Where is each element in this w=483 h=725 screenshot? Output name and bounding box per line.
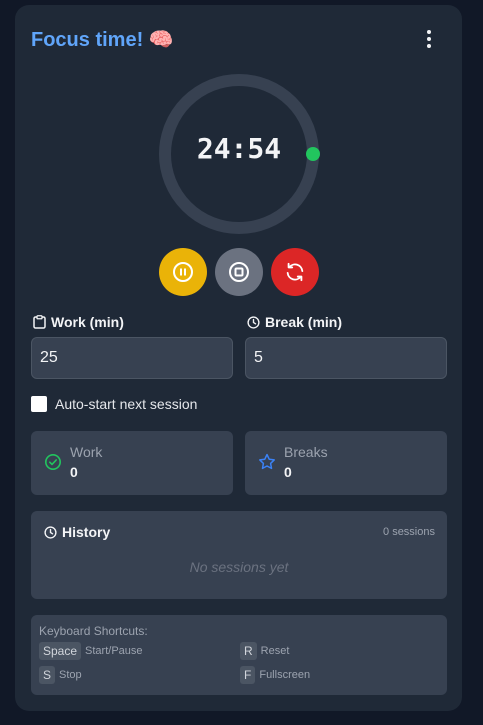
break-duration-label: Break (min) bbox=[247, 314, 342, 330]
shortcut-key: Space bbox=[39, 642, 82, 660]
stop-icon bbox=[229, 262, 249, 282]
breaks-stat-value: 0 bbox=[284, 464, 292, 480]
app-title: Focus time! 🧠 bbox=[31, 29, 174, 51]
pause-icon bbox=[173, 262, 193, 282]
check-circle-icon bbox=[45, 454, 61, 470]
history-empty-message: No sessions yet bbox=[189, 559, 289, 575]
work-stat-label: Work bbox=[70, 444, 103, 460]
clock-icon bbox=[247, 315, 260, 329]
work-duration-label: Work (min) bbox=[33, 314, 124, 330]
break-sessions-stat: Breaks 0 bbox=[245, 431, 447, 495]
history-panel: History 0 sessions No sessions yet bbox=[31, 511, 447, 599]
work-sessions-stat: Work 0 bbox=[31, 431, 233, 495]
work-duration-label-text: Work (min) bbox=[51, 314, 124, 330]
kebab-menu-icon[interactable] bbox=[418, 28, 440, 50]
shortcut-key: S bbox=[39, 666, 56, 684]
clock-icon bbox=[44, 525, 57, 539]
shortcut-description: Stop bbox=[59, 669, 82, 681]
shortcut-stop: S Stop bbox=[39, 666, 82, 684]
shortcut-reset: R Reset bbox=[240, 642, 289, 660]
work-stat-value: 0 bbox=[70, 464, 78, 480]
shortcut-description: Start/Pause bbox=[85, 645, 143, 657]
shortcut-description: Fullscreen bbox=[259, 669, 311, 681]
autostart-option: Auto-start next session bbox=[31, 396, 197, 412]
autostart-checkbox[interactable] bbox=[31, 396, 47, 412]
keyboard-shortcuts-panel: Keyboard Shortcuts: Space Start/Pause R … bbox=[31, 615, 447, 695]
shortcut-space: Space Start/Pause bbox=[39, 642, 143, 660]
reset-button[interactable] bbox=[271, 248, 319, 296]
shortcut-description: Reset bbox=[260, 645, 290, 657]
history-title: History bbox=[62, 524, 111, 540]
history-heading: History bbox=[44, 524, 110, 540]
shortcut-fullscreen: F Fullscreen bbox=[240, 666, 310, 684]
shortcuts-title: Keyboard Shortcuts: bbox=[39, 624, 148, 638]
star-icon bbox=[259, 453, 275, 470]
stop-button[interactable] bbox=[215, 248, 263, 296]
autostart-label: Auto-start next session bbox=[55, 396, 198, 412]
break-duration-label-text: Break (min) bbox=[265, 314, 343, 330]
reset-icon bbox=[286, 262, 304, 282]
shortcut-key: F bbox=[240, 666, 256, 684]
breaks-stat-label: Breaks bbox=[284, 444, 328, 460]
timer-display: 24:54 bbox=[196, 132, 282, 165]
work-duration-input[interactable]: 25 bbox=[31, 337, 233, 379]
history-session-count: 0 sessions bbox=[383, 526, 435, 538]
clipboard-icon bbox=[33, 315, 46, 329]
pause-button[interactable] bbox=[159, 248, 207, 296]
shortcut-key: R bbox=[240, 642, 257, 660]
break-duration-input[interactable]: 5 bbox=[245, 337, 447, 379]
